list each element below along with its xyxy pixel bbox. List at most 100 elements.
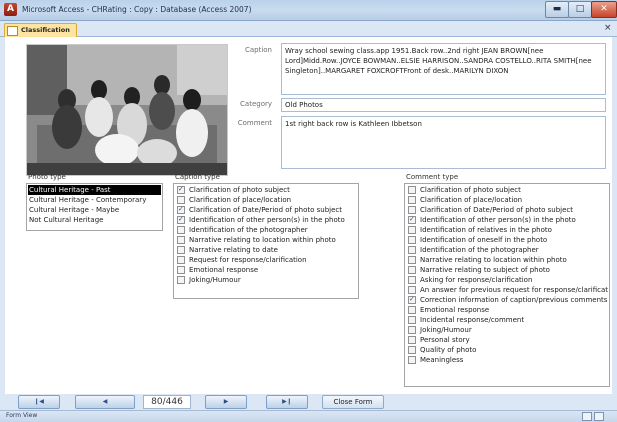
next-record-button[interactable]: ▶ [205, 395, 247, 409]
photo-type-title: Photo type [28, 173, 66, 181]
checkbox-label: Correction information of caption/previo… [420, 296, 608, 304]
comment-type-option[interactable]: Emotional response [408, 305, 608, 315]
checkbox[interactable] [408, 266, 416, 274]
comment-type-option[interactable]: Personal story [408, 335, 608, 345]
caption-type-option[interactable]: Request for response/clarification [177, 255, 357, 265]
comment-type-option[interactable]: Clarification of photo subject [408, 185, 608, 195]
checkbox[interactable] [408, 316, 416, 324]
checkbox[interactable] [408, 306, 416, 314]
checkbox-label: Identification of relatives in the photo [420, 226, 552, 234]
photo-type-option[interactable]: Cultural Heritage - Maybe [28, 205, 161, 215]
checkbox[interactable] [408, 214, 416, 224]
comment-type-option[interactable]: Joking/Humour [408, 325, 608, 335]
caption-type-option[interactable]: Joking/Humour [177, 275, 357, 285]
checkbox[interactable] [177, 276, 185, 284]
checkbox[interactable] [408, 236, 416, 244]
classification-form: Caption Wray school sewing class.app 195… [5, 37, 612, 394]
checkbox-label: Meaningless [420, 356, 464, 364]
checkbox[interactable] [408, 294, 416, 304]
comment-type-option[interactable]: Narrative relating to location within ph… [408, 255, 608, 265]
caption-type-option[interactable]: Identification of the photographer [177, 225, 357, 235]
checkbox[interactable] [177, 226, 185, 234]
last-record-icon: ▶❙ [282, 398, 292, 405]
comment-type-option[interactable]: Identification of the photographer [408, 245, 608, 255]
comment-type-option[interactable]: Identification of other person(s) in the… [408, 214, 608, 225]
checkbox[interactable] [177, 184, 185, 194]
access-window: A Microsoft Access - CHRating : Copy : D… [0, 0, 617, 422]
checkbox[interactable] [177, 266, 185, 274]
photo-type-option[interactable]: Not Cultural Heritage [28, 215, 161, 225]
form-view-icon[interactable] [582, 412, 592, 421]
comment-type-option[interactable]: Meaningless [408, 355, 608, 365]
comment-field[interactable]: 1st right back row is Kathleen Ibbetson [281, 116, 606, 169]
checkbox-label: Quality of photo [420, 346, 477, 354]
comment-type-option[interactable]: Narrative relating to subject of photo [408, 265, 608, 275]
comment-type-option[interactable]: Asking for response/clarification [408, 275, 608, 285]
comment-type-checklist: Clarification of photo subject Clarificat… [404, 183, 610, 387]
tab-classification[interactable]: Classification [4, 23, 77, 37]
photo-type-option[interactable]: Cultural Heritage - Past [28, 185, 161, 195]
photo-type-listbox[interactable]: Cultural Heritage - Past Cultural Heritag… [26, 183, 163, 231]
comment-type-option[interactable]: Incidental response/comment [408, 315, 608, 325]
minimize-button[interactable]: ▬ [545, 1, 569, 18]
category-field[interactable]: Old Photos [281, 98, 606, 112]
previous-record-button[interactable]: ◀ [75, 395, 135, 409]
checkbox[interactable] [177, 246, 185, 254]
comment-type-option[interactable]: Clarification of place/location [408, 195, 608, 205]
title-bar: A Microsoft Access - CHRating : Copy : D… [0, 0, 617, 21]
access-app-icon[interactable]: A [4, 3, 17, 16]
caption-type-option[interactable]: Clarification of place/location [177, 195, 357, 205]
first-record-button[interactable]: ❙◀ [18, 395, 60, 409]
caption-type-option[interactable]: Clarification of Date/Period of photo su… [177, 204, 357, 215]
checkbox[interactable] [408, 256, 416, 264]
caption-type-option[interactable]: Emotional response [177, 265, 357, 275]
checkbox[interactable] [408, 226, 416, 234]
checkbox[interactable] [408, 326, 416, 334]
checkbox-label: Asking for response/clarification [420, 276, 533, 284]
status-text: Form View [6, 412, 38, 419]
checkbox[interactable] [408, 276, 416, 284]
caption-type-option[interactable]: Identification of other person(s) in the… [177, 214, 357, 225]
maximize-button[interactable]: □ [568, 1, 592, 18]
checkbox[interactable] [177, 256, 185, 264]
checkbox-label: Clarification of place/location [420, 196, 523, 204]
checkbox[interactable] [408, 346, 416, 354]
checkbox[interactable] [177, 204, 185, 214]
comment-type-title: Comment type [406, 173, 459, 181]
comment-type-option[interactable]: Clarification of Date/Period of photo su… [408, 205, 608, 215]
comment-type-option[interactable]: Identification of relatives in the photo [408, 225, 608, 235]
close-form-button[interactable]: Close Form [322, 395, 384, 409]
caption-type-option[interactable]: Narrative relating to date [177, 245, 357, 255]
checkbox[interactable] [408, 356, 416, 364]
checkbox-label: Request for response/clarification [189, 256, 307, 264]
comment-type-option[interactable]: An answer for previous request for respo… [408, 285, 608, 295]
close-tab-icon[interactable]: × [604, 23, 612, 33]
checkbox-label: Identification of the photographer [420, 246, 539, 254]
caption-field[interactable]: Wray school sewing class.app 1951.Back r… [281, 43, 606, 95]
checkbox-label: Joking/Humour [189, 276, 241, 284]
form-icon [7, 26, 18, 36]
checkbox[interactable] [408, 186, 416, 194]
close-window-button[interactable]: ✕ [591, 1, 617, 18]
checkbox-label: Identification of other person(s) in the… [420, 216, 576, 224]
caption-type-option[interactable]: Narrative relating to location within ph… [177, 235, 357, 245]
checkbox[interactable] [408, 196, 416, 204]
comment-type-option[interactable]: Quality of photo [408, 345, 608, 355]
checkbox[interactable] [408, 336, 416, 344]
checkbox[interactable] [408, 206, 416, 214]
checkbox[interactable] [177, 196, 185, 204]
last-record-button[interactable]: ▶❙ [266, 395, 308, 409]
design-view-icon[interactable] [594, 412, 604, 421]
status-bar: Form View [0, 410, 617, 422]
checkbox[interactable] [408, 286, 416, 294]
comment-type-option[interactable]: Identification of oneself in the photo [408, 235, 608, 245]
checkbox[interactable] [177, 236, 185, 244]
photo-type-option[interactable]: Cultural Heritage - Contemporary [28, 195, 161, 205]
previous-record-icon: ◀ [102, 398, 108, 405]
checkbox[interactable] [408, 246, 416, 254]
caption-type-checklist: Clarification of photo subject Clarificat… [173, 183, 359, 299]
caption-type-option[interactable]: Clarification of photo subject [177, 184, 357, 195]
checkbox[interactable] [177, 214, 185, 224]
comment-type-option[interactable]: Correction information of caption/previo… [408, 294, 608, 305]
caption-type-title: Caption type [175, 173, 220, 181]
